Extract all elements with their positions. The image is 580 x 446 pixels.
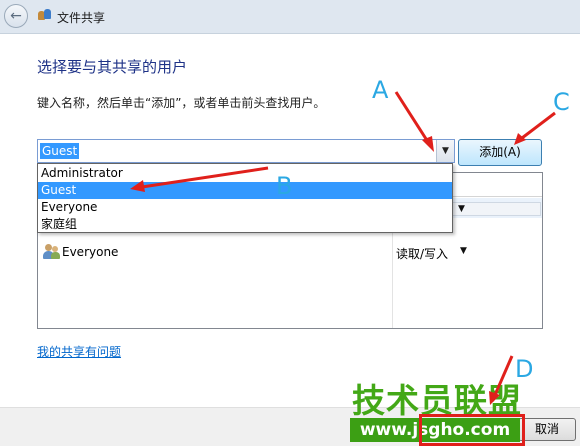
annotation-marker-a: A	[372, 76, 389, 104]
arrowhead-a	[422, 136, 434, 152]
annotation-overlay	[130, 91, 556, 405]
arrow-b	[141, 166, 269, 189]
arrowhead-b	[130, 180, 145, 192]
arrow-d	[493, 355, 514, 396]
annotation-marker-c: C	[553, 88, 570, 116]
arrow-a	[394, 91, 430, 143]
annotation-marker-b: B	[276, 172, 293, 200]
arrowhead-d	[489, 391, 500, 405]
annotation-marker-d: D	[515, 355, 534, 383]
arrow-c	[521, 111, 556, 140]
